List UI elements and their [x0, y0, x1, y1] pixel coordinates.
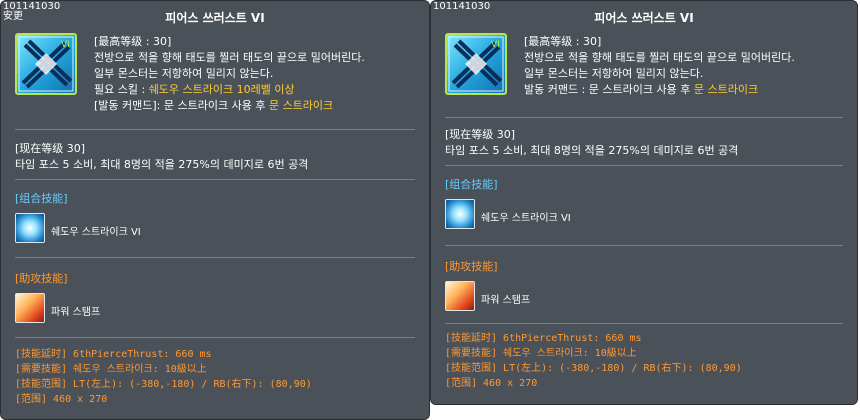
desc-line-2: 일부 몬스터는 저항하여 밀리지 않는다.: [524, 67, 704, 80]
shadow-strike-icon[interactable]: [15, 213, 45, 243]
divider: [445, 165, 843, 166]
current-level-block: [现在等级 30] 타임 포스 5 소비, 최대 8명의 적을 275%의 데미…: [445, 127, 849, 159]
skill-info-block: [技能延时] 6thPierceThrust: 660 ms [需要技能] 쉐도…: [445, 331, 849, 391]
assist-skill-name: 파워 스탬프: [51, 307, 101, 318]
current-level-desc: 타임 포스 5 소비, 최대 8명의 적을 275%의 데미지로 6번 공격: [445, 144, 739, 157]
info-line: [需要技能] 쉐도우 스트라이크: 10級以上: [445, 348, 637, 359]
crossed-blades-skill-icon: VI: [445, 33, 507, 95]
current-level: [现在等级 30]: [445, 128, 516, 141]
shadow-strike-icon[interactable]: [445, 199, 475, 229]
skill-title: 피어스 쓰러스트 VI: [165, 11, 265, 25]
desc-line-1: 전방으로 적을 향해 태도를 찔러 태도의 끝으로 밀어버린다.: [524, 51, 795, 64]
info-line: [技能范围] LT(左上): (-380,-180) / RB(右下): (80…: [15, 379, 312, 390]
current-level-block: [现在等级 30] 타임 포스 5 소비, 최대 8명의 적을 275%의 데미…: [15, 141, 421, 173]
required-skill-value: 쉐도우 스트라이크 10레벨 이상: [148, 83, 295, 96]
skill-description: [最高等级 : 30] 전방으로 적을 향해 태도를 찔러 태도의 끝으로 밀어…: [524, 34, 849, 98]
desc-line-2: 일부 몬스터는 저항하여 밀리지 않는다.: [94, 67, 274, 80]
skill-tooltip-right: 101141030 피어스 쓰러스트 VI VI [最高等级 : 30] 전방으…: [430, 0, 858, 405]
divider: [15, 129, 415, 130]
desc-line-1: 전방으로 적을 향해 태도를 찔러 태도의 끝으로 밀어버린다.: [94, 51, 365, 64]
activation-command: 발동 커맨드 : 문 스트라이크 사용 후 문 스트라이크: [524, 83, 759, 96]
skill-info-block: [技能延时] 6thPierceThrust: 660 ms [需要技能] 쉐도…: [15, 347, 421, 407]
divider: [15, 179, 415, 180]
combo-header: [组合技能]: [445, 178, 498, 191]
info-line: [技能范围] LT(左上): (-380,-180) / RB(右下): (80…: [445, 363, 742, 374]
svg-text:VI: VI: [491, 40, 500, 50]
divider: [445, 245, 843, 246]
required-skill: 필요 스킬 : 쉐도우 스트라이크 10레벨 이상: [94, 83, 295, 96]
assist-skill-name: 파워 스탬프: [481, 295, 531, 306]
divider: [445, 323, 843, 324]
skill-title: 피어스 쓰러스트 VI: [594, 11, 694, 25]
combo-header: [组合技能]: [15, 192, 68, 205]
info-line: [技能延时] 6thPierceThrust: 660 ms: [15, 349, 212, 360]
skill-tooltip-left: 101141030 安更 피어스 쓰러스트 VI VI [最高等级 : 30] …: [0, 0, 430, 420]
combo-skill-name: 쉐도우 스트라이크 VI: [481, 213, 571, 224]
assist-header: [助攻技能]: [15, 272, 68, 285]
max-level: [最高等级 : 30]: [94, 35, 172, 48]
combo-skill-name: 쉐도우 스트라이크 VI: [51, 227, 141, 238]
divider: [15, 257, 415, 258]
info-line: [技能延时] 6thPierceThrust: 660 ms: [445, 333, 642, 344]
power-stamp-icon[interactable]: [445, 281, 475, 311]
assist-header: [助攻技能]: [445, 260, 498, 273]
svg-text:VI: VI: [61, 40, 70, 50]
max-level: [最高等级 : 30]: [524, 35, 602, 48]
info-line: [范围] 460 x 270: [445, 378, 538, 389]
info-line: [范围] 460 x 270: [15, 394, 108, 405]
activation-command-value: 문 스트라이크: [693, 83, 759, 96]
crossed-blades-skill-icon: VI: [15, 33, 77, 95]
info-line: [需要技能] 쉐도우 스트라이크: 10級以上: [15, 364, 207, 375]
divider: [445, 117, 843, 118]
activation-command: [발동 커맨드]: 문 스트라이크 사용 후 문 스트라이크: [94, 99, 334, 112]
current-level-desc: 타임 포스 5 소비, 최대 8명의 적을 275%의 데미지로 6번 공격: [15, 158, 309, 171]
activation-command-value: 문 스트라이크: [268, 99, 334, 112]
skill-description: [最高等级 : 30] 전방으로 적을 향해 태도를 찔러 태도의 끝으로 밀어…: [94, 34, 421, 114]
current-level: [现在等级 30]: [15, 142, 86, 155]
divider: [15, 337, 415, 338]
power-stamp-icon[interactable]: [15, 293, 45, 323]
